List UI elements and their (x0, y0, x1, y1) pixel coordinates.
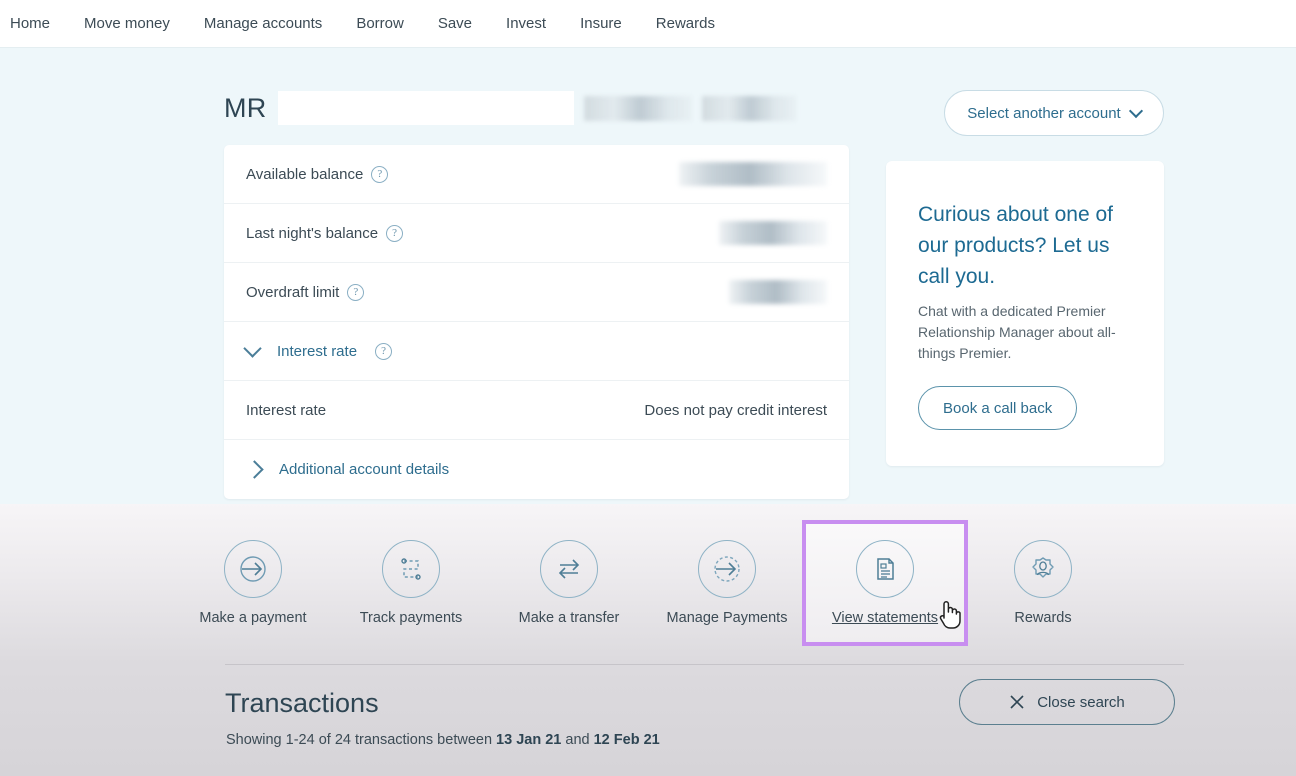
action-track-payments[interactable]: Track payments (332, 524, 490, 642)
action-make-a-transfer[interactable]: Make a transfer (490, 524, 648, 642)
nav-item-invest[interactable]: Invest (489, 0, 563, 48)
quick-actions-bar: Make a payment Track payments Make a tra… (0, 504, 1296, 664)
help-icon[interactable]: ? (371, 165, 389, 183)
overdraft-limit-value-redacted (729, 280, 827, 304)
top-navigation: Home Move money Manage accounts Borrow S… (0, 0, 1296, 48)
last-nights-balance-value-redacted (719, 221, 827, 245)
document-icon (856, 540, 914, 598)
chevron-down-icon (243, 339, 262, 358)
nav-item-manage-accounts[interactable]: Manage accounts (187, 0, 339, 48)
action-view-statements[interactable]: View statements (802, 520, 968, 646)
available-balance-label-group: Available balance ? (246, 165, 389, 183)
action-rewards[interactable]: Rewards (964, 524, 1122, 642)
row-overdraft-limit: Overdraft limit ? (224, 263, 849, 322)
account-header: MR (224, 90, 796, 126)
transactions-summary: Showing 1-24 of 24 transactions between … (226, 732, 660, 748)
row-last-nights-balance: Last night's balance ? (224, 204, 849, 263)
additional-account-details-toggle[interactable]: Additional account details (224, 440, 849, 499)
additional-account-details-label: Additional account details (279, 461, 450, 478)
interest-rate-label-group: Interest rate (246, 402, 326, 419)
row-interest-rate: Interest rate Does not pay credit intere… (224, 381, 849, 440)
action-label: Make a payment (199, 610, 307, 626)
transactions-title: Transactions (225, 688, 379, 718)
overdraft-limit-label-group: Overdraft limit ? (246, 283, 365, 301)
promo-column: Select another account Curious about one… (886, 90, 1164, 466)
nav-item-save[interactable]: Save (421, 0, 489, 48)
nav-item-insure[interactable]: Insure (563, 0, 639, 48)
nav-item-move-money[interactable]: Move money (67, 0, 187, 48)
close-search-label: Close search (1037, 693, 1125, 711)
action-label: View statements (831, 610, 939, 626)
nav-item-borrow[interactable]: Borrow (339, 0, 421, 48)
nav-item-rewards[interactable]: Rewards (639, 0, 732, 48)
quick-actions-list: Make a payment Track payments Make a tra… (0, 504, 1296, 646)
summary-date-from: 13 Jan 21 (496, 732, 562, 748)
promo-title: Curious about one of our products? Let u… (918, 203, 1113, 288)
overdraft-limit-label: Overdraft limit (246, 283, 340, 301)
action-label: Manage Payments (666, 610, 788, 626)
interest-rate-label: Interest rate (246, 401, 327, 419)
additional-account-details-label-group: Additional account details (245, 460, 450, 479)
interest-rate-section-toggle[interactable]: Interest rate ? (224, 322, 849, 381)
available-balance-label: Available balance (246, 165, 364, 183)
help-icon[interactable]: ? (347, 283, 365, 301)
summary-mid: and (561, 732, 594, 748)
account-details-card: Available balance ? Last night's balance… (224, 145, 849, 499)
help-icon[interactable]: ? (386, 224, 404, 242)
dashed-route-icon (382, 540, 440, 598)
select-another-account-button[interactable]: Select another account (944, 90, 1164, 136)
two-way-arrows-icon (540, 540, 598, 598)
summary-prefix: Showing 1-24 of 24 transactions between (226, 732, 497, 748)
arrow-into-circle-icon (224, 540, 282, 598)
redacted-account-type (583, 95, 692, 121)
nav-item-home[interactable]: Home (0, 0, 67, 48)
chevron-right-icon (245, 460, 264, 479)
help-icon[interactable]: ? (375, 342, 393, 360)
action-label: Rewards (1014, 610, 1072, 626)
action-label: Track payments (359, 610, 463, 626)
close-icon (1010, 695, 1024, 709)
section-divider (225, 664, 1184, 665)
redacted-account-number (701, 95, 796, 121)
summary-date-to: 12 Feb 21 (593, 732, 660, 748)
book-a-call-back-button[interactable]: Book a call back (918, 386, 1078, 430)
dashed-arrow-circle-icon (698, 540, 756, 598)
select-another-account-label: Select another account (967, 104, 1121, 122)
last-nights-balance-label-group: Last night's balance ? (246, 224, 404, 242)
promo-card: Curious about one of our products? Let u… (886, 161, 1164, 466)
close-search-button[interactable]: Close search (959, 679, 1175, 725)
last-nights-balance-label: Last night's balance (246, 224, 379, 242)
redacted-name-block (277, 91, 574, 125)
promo-body: Chat with a dedicated Premier Relationsh… (918, 303, 1116, 361)
rosette-person-icon (1014, 540, 1072, 598)
page-title: MR (224, 92, 267, 123)
row-available-balance: Available balance ? (224, 145, 849, 204)
interest-rate-section-label: Interest rate (277, 342, 358, 360)
account-overview-page: MR Available balance ? Last night's bala… (0, 48, 1296, 504)
available-balance-value-redacted (679, 162, 827, 186)
interest-rate-section-label-group: Interest rate ? (243, 339, 393, 360)
interest-rate-value: Does not pay credit interest (644, 401, 827, 419)
action-manage-payments[interactable]: Manage Payments (648, 524, 806, 642)
transactions-section: Transactions Showing 1-24 of 24 transact… (0, 664, 1296, 776)
chevron-down-icon (1128, 103, 1143, 118)
action-label: Make a transfer (518, 610, 620, 626)
action-make-a-payment[interactable]: Make a payment (174, 524, 332, 642)
